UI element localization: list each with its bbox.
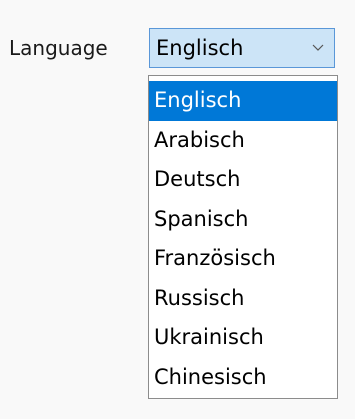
language-option-russisch[interactable]: Russisch — [149, 279, 337, 319]
language-option-englisch[interactable]: Englisch — [149, 81, 337, 121]
language-option-spanisch[interactable]: Spanisch — [149, 200, 337, 240]
language-select-value: Englisch — [156, 36, 244, 60]
chevron-down-icon — [312, 44, 324, 51]
language-select[interactable]: Englisch — [149, 28, 335, 68]
language-label: Language — [9, 36, 108, 60]
language-dropdown-list: Englisch Arabisch Deutsch Spanisch Franz… — [148, 75, 338, 399]
language-option-arabisch[interactable]: Arabisch — [149, 121, 337, 161]
language-option-franzoesisch[interactable]: Französisch — [149, 239, 337, 279]
language-option-deutsch[interactable]: Deutsch — [149, 160, 337, 200]
language-option-chinesisch[interactable]: Chinesisch — [149, 358, 337, 398]
language-option-ukrainisch[interactable]: Ukrainisch — [149, 318, 337, 358]
